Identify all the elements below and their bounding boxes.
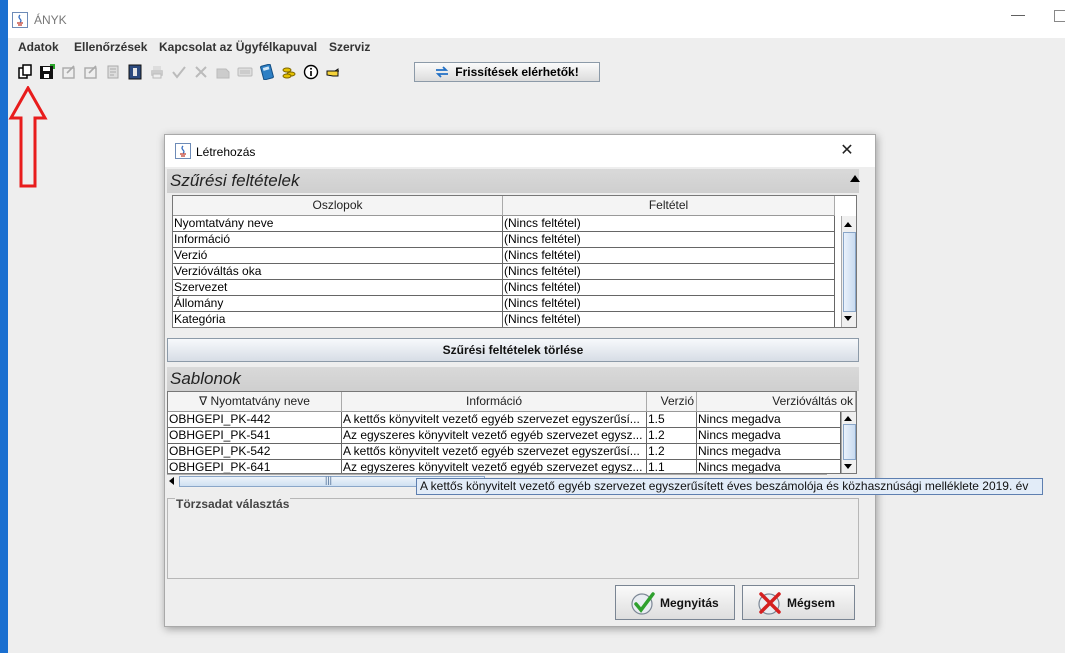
filter-table-scrollbar[interactable] (841, 216, 856, 327)
master-data-groupbox: Törzsadat választás (167, 497, 859, 579)
table-cell[interactable]: 1.5 (647, 412, 697, 428)
check-icon[interactable] (170, 63, 188, 81)
table-cell[interactable]: A kettős könyvitelt vezető egyéb szervez… (342, 412, 647, 428)
java-app-icon (175, 143, 191, 159)
green-check-icon (631, 591, 655, 615)
maximize-button[interactable] (1054, 10, 1065, 22)
filter-section-header: Szűrési feltételek (167, 169, 860, 193)
save-icon[interactable] (38, 63, 56, 81)
table-cell[interactable]: Állomány (173, 296, 503, 312)
scrollbar-thumb[interactable] (843, 424, 856, 460)
table-cell[interactable]: (Nincs feltétel) (503, 248, 835, 264)
table-cell[interactable]: Az egyszeres könyvitelt vezető egyéb sze… (342, 460, 647, 473)
table-cell[interactable]: Nincs megadva (697, 460, 841, 473)
scroll-up-icon[interactable] (844, 416, 852, 421)
menu-szerviz[interactable]: Szerviz (329, 40, 370, 54)
application-window: ÁNYK — Adatok Ellenőrzések Kapcsolat az … (8, 0, 1065, 653)
table-cell[interactable]: OBHGEPI_PK-442 (168, 412, 342, 428)
table-cell[interactable]: OBHGEPI_PK-641 (168, 460, 342, 473)
edit-icon[interactable] (60, 63, 78, 81)
attach-icon[interactable] (214, 63, 232, 81)
scroll-down-icon[interactable] (844, 464, 852, 469)
table-cell[interactable]: (Nincs feltétel) (503, 296, 835, 312)
column-header-nyomtatvany-neve[interactable]: ∇ Nyomtatvány neve (168, 392, 342, 412)
open-button[interactable]: Megnyitás (615, 585, 735, 620)
templates-section-title: Sablonok (170, 369, 241, 388)
close-icon[interactable]: ✕ (837, 140, 857, 160)
table-cell[interactable]: Nincs megadva (697, 444, 841, 460)
title-bar: ÁNYK — (8, 0, 1065, 38)
master-data-label: Törzsadat választás (175, 497, 291, 511)
refresh-arrows-icon (436, 66, 449, 78)
table-cell[interactable]: (Nincs feltétel) (503, 216, 835, 232)
table-cell[interactable]: Kategória (173, 312, 503, 327)
table-cell[interactable]: Verzió (173, 248, 503, 264)
table-cell[interactable]: (Nincs feltétel) (503, 264, 835, 280)
table-cell[interactable]: Nyomtatvány neve (173, 216, 503, 232)
filter-table: Oszlopok Feltétel Nyomtatvány neve (Ninc… (172, 195, 857, 328)
minimize-button[interactable]: — (1008, 6, 1028, 26)
book-icon[interactable] (126, 63, 144, 81)
scroll-up-icon[interactable] (844, 222, 852, 227)
hand-pointer-icon[interactable] (324, 63, 342, 81)
menu-kapcsolat[interactable]: Kapcsolat az Ügyfélkapuval (159, 40, 317, 54)
scroll-grip: ||| (325, 475, 333, 485)
open-button-label: Megnyitás (660, 595, 719, 610)
document-icon[interactable] (104, 63, 122, 81)
dialog-title-bar: Létrehozás ✕ (165, 135, 875, 167)
table-cell[interactable]: Információ (173, 232, 503, 248)
table-cell[interactable]: Nincs megadva (697, 428, 841, 444)
filter-section-title: Szűrési feltételek (170, 171, 300, 190)
print-icon[interactable] (148, 63, 166, 81)
column-header-verziovaltas-oka[interactable]: Verzióváltás ok (697, 392, 856, 412)
info-icon[interactable] (302, 63, 320, 81)
table-cell[interactable]: Az egyszeres könyvitelt vezető egyéb sze… (342, 428, 647, 444)
templates-section-header: Sablonok (167, 367, 859, 391)
tooltip: A kettős könyvitelt vezető egyéb szervez… (416, 478, 1043, 495)
dialog-title: Létrehozás (196, 145, 256, 159)
scroll-left-icon[interactable] (169, 477, 174, 485)
table-cell[interactable]: OBHGEPI_PK-541 (168, 428, 342, 444)
collapse-up-icon[interactable] (850, 175, 860, 182)
red-arrow-annotation (8, 86, 48, 188)
scrollbar-thumb[interactable] (843, 232, 856, 312)
table-cell[interactable]: Szervezet (173, 280, 503, 296)
calculator-icon[interactable] (258, 63, 276, 81)
edit-icon[interactable] (82, 63, 100, 81)
updates-available-label: Frissítések elérhetők! (455, 65, 579, 79)
table-cell[interactable]: (Nincs feltétel) (503, 232, 835, 248)
menu-ellenorzesek[interactable]: Ellenőrzések (74, 40, 147, 54)
coins-icon[interactable] (280, 63, 298, 81)
column-header-verzio[interactable]: Verzió (647, 392, 697, 412)
cross-icon[interactable] (192, 63, 210, 81)
menu-adatok[interactable]: Adatok (18, 40, 59, 54)
column-header-feltetel[interactable]: Feltétel (503, 196, 835, 216)
column-header-informacio[interactable]: Információ (342, 392, 647, 412)
table-cell[interactable]: OBHGEPI_PK-542 (168, 444, 342, 460)
create-dialog: Létrehozás ✕ Szűrési feltételek Oszlopok… (164, 134, 876, 627)
table-cell[interactable]: (Nincs feltétel) (503, 280, 835, 296)
column-header-oszlopok[interactable]: Oszlopok (173, 196, 503, 216)
java-app-icon (12, 12, 28, 28)
scroll-down-icon[interactable] (844, 316, 852, 321)
cancel-button[interactable]: Mégsem (742, 585, 855, 620)
keyboard-icon[interactable] (236, 63, 254, 81)
templates-table-scrollbar[interactable] (841, 412, 856, 473)
table-cell[interactable]: (Nincs feltétel) (503, 312, 835, 327)
updates-available-button[interactable]: Frissítések elérhetők! (414, 62, 600, 82)
menu-bar: Adatok Ellenőrzések Kapcsolat az Ügyfélk… (8, 38, 1065, 58)
table-cell[interactable]: 1.2 (647, 444, 697, 460)
table-cell[interactable]: 1.1 (647, 460, 697, 473)
window-title: ÁNYK (34, 13, 67, 27)
red-cross-icon (758, 591, 781, 615)
clear-filters-button[interactable]: Szűrési feltételek törlése (167, 338, 859, 362)
table-cell[interactable]: Verzióváltás oka (173, 264, 503, 280)
templates-table: ∇ Nyomtatvány neve Információ Verzió Ver… (167, 391, 857, 474)
table-cell[interactable]: Nincs megadva (697, 412, 841, 428)
copy-icon[interactable] (16, 63, 34, 81)
table-cell[interactable]: 1.2 (647, 428, 697, 444)
table-cell[interactable]: A kettős könyvitelt vezető egyéb szervez… (342, 444, 647, 460)
toolbar: Frissítések elérhetők! (8, 60, 1065, 84)
cancel-button-label: Mégsem (787, 595, 836, 610)
